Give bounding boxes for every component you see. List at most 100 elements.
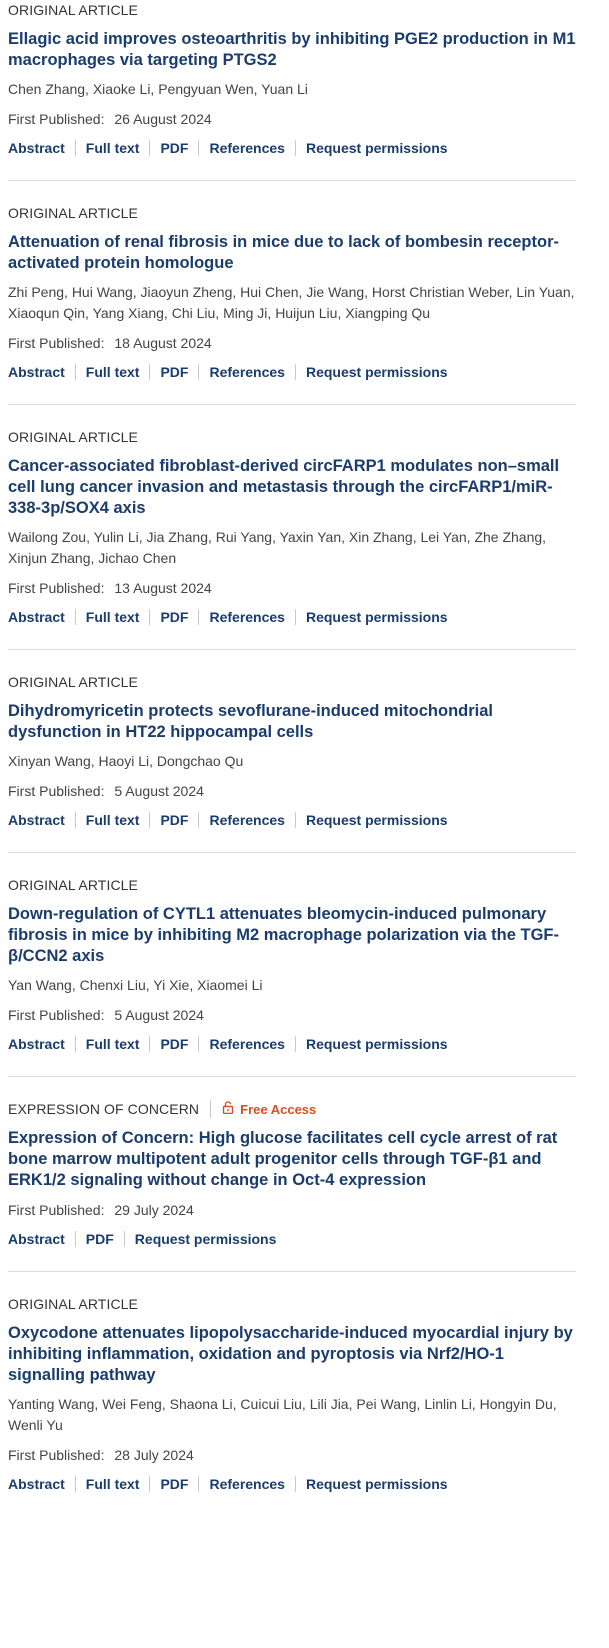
- published-label: First Published:: [8, 111, 105, 127]
- abstract-link[interactable]: Abstract: [8, 609, 65, 625]
- abstract-link[interactable]: Abstract: [8, 1476, 65, 1492]
- article-title-link[interactable]: Ellagic acid improves osteoarthritis by …: [8, 29, 576, 71]
- article-type: ORIGINAL ARTICLE: [8, 877, 138, 893]
- request-permissions-link[interactable]: Request permissions: [306, 812, 448, 828]
- article-published: First Published: 26 August 2024: [8, 109, 576, 129]
- link-divider: [149, 364, 151, 380]
- references-link[interactable]: References: [209, 812, 285, 828]
- full-text-link[interactable]: Full text: [86, 140, 140, 156]
- link-divider: [74, 812, 76, 828]
- link-divider: [198, 1036, 200, 1052]
- article-links: Abstract Full text PDF References Reques…: [8, 362, 576, 382]
- article-type: EXPRESSION OF CONCERN: [8, 1101, 200, 1117]
- request-permissions-link[interactable]: Request permissions: [306, 1036, 448, 1052]
- request-permissions-link[interactable]: Request permissions: [135, 1231, 277, 1247]
- link-divider: [198, 1476, 200, 1492]
- pdf-link[interactable]: PDF: [160, 609, 188, 625]
- article-links: Abstract Full text PDF References Reques…: [8, 138, 576, 158]
- link-divider: [294, 364, 296, 380]
- abstract-link[interactable]: Abstract: [8, 364, 65, 380]
- request-permissions-link[interactable]: Request permissions: [306, 140, 448, 156]
- abstract-link[interactable]: Abstract: [8, 140, 65, 156]
- free-access-label: Free Access: [240, 1101, 317, 1117]
- pdf-link[interactable]: PDF: [160, 140, 188, 156]
- article-title-link[interactable]: Cancer-associated fibroblast-derived cir…: [8, 456, 576, 519]
- article-meta: ORIGINAL ARTICLE: [8, 672, 576, 692]
- link-divider: [294, 1476, 296, 1492]
- article-title-link[interactable]: Oxycodone attenuates lipopolysaccharide-…: [8, 1323, 576, 1386]
- references-link[interactable]: References: [209, 140, 285, 156]
- full-text-link[interactable]: Full text: [86, 1036, 140, 1052]
- published-date: 28 July 2024: [114, 1447, 194, 1463]
- article-links: Abstract PDF Request permissions: [8, 1229, 576, 1249]
- article-authors[interactable]: Wailong Zou, Yulin Li, Jia Zhang, Rui Ya…: [8, 527, 576, 569]
- published-label: First Published:: [8, 1007, 105, 1023]
- article-item: ORIGINAL ARTICLE Attenuation of renal fi…: [8, 203, 576, 405]
- published-date: 5 August 2024: [114, 1007, 204, 1023]
- link-divider: [294, 140, 296, 156]
- references-link[interactable]: References: [209, 609, 285, 625]
- references-link[interactable]: References: [209, 1476, 285, 1492]
- link-divider: [74, 1476, 76, 1492]
- pdf-link[interactable]: PDF: [86, 1231, 114, 1247]
- link-divider: [74, 1036, 76, 1052]
- article-authors[interactable]: Yanting Wang, Wei Feng, Shaona Li, Cuicu…: [8, 1394, 576, 1436]
- article-title-link[interactable]: Down-regulation of CYTL1 attenuates bleo…: [8, 904, 576, 967]
- full-text-link[interactable]: Full text: [86, 1476, 140, 1492]
- article-title-link[interactable]: Attenuation of renal fibrosis in mice du…: [8, 232, 576, 274]
- link-divider: [198, 609, 200, 625]
- pdf-link[interactable]: PDF: [160, 812, 188, 828]
- request-permissions-link[interactable]: Request permissions: [306, 1476, 448, 1492]
- published-label: First Published:: [8, 1447, 105, 1463]
- pdf-link[interactable]: PDF: [160, 1476, 188, 1492]
- article-authors[interactable]: Xinyan Wang, Haoyi Li, Dongchao Qu: [8, 751, 576, 772]
- article-published: First Published: 5 August 2024: [8, 781, 576, 801]
- article-title-link[interactable]: Dihydromyricetin protects sevoflurane-in…: [8, 701, 576, 743]
- link-divider: [294, 609, 296, 625]
- pdf-link[interactable]: PDF: [160, 364, 188, 380]
- article-authors[interactable]: Yan Wang, Chenxi Liu, Yi Xie, Xiaomei Li: [8, 975, 576, 996]
- article-published: First Published: 28 July 2024: [8, 1445, 576, 1465]
- full-text-link[interactable]: Full text: [86, 364, 140, 380]
- article-authors[interactable]: Zhi Peng, Hui Wang, Jiaoyun Zheng, Hui C…: [8, 282, 576, 324]
- article-links: Abstract Full text PDF References Reques…: [8, 1034, 576, 1054]
- article-item: ORIGINAL ARTICLE Cancer-associated fibro…: [8, 427, 576, 650]
- abstract-link[interactable]: Abstract: [8, 1036, 65, 1052]
- request-permissions-link[interactable]: Request permissions: [306, 609, 448, 625]
- abstract-link[interactable]: Abstract: [8, 812, 65, 828]
- link-divider: [149, 812, 151, 828]
- published-date: 18 August 2024: [114, 335, 212, 351]
- request-permissions-link[interactable]: Request permissions: [306, 364, 448, 380]
- article-meta: ORIGINAL ARTICLE: [8, 203, 576, 223]
- link-divider: [198, 812, 200, 828]
- article-meta: ORIGINAL ARTICLE: [8, 1294, 576, 1314]
- article-authors[interactable]: Chen Zhang, Xiaoke Li, Pengyuan Wen, Yua…: [8, 79, 576, 100]
- references-link[interactable]: References: [209, 364, 285, 380]
- link-divider: [149, 609, 151, 625]
- pdf-link[interactable]: PDF: [160, 1036, 188, 1052]
- article-meta: EXPRESSION OF CONCERN Free Access: [8, 1099, 576, 1119]
- link-divider: [149, 140, 151, 156]
- full-text-link[interactable]: Full text: [86, 609, 140, 625]
- article-published: First Published: 18 August 2024: [8, 333, 576, 353]
- meta-divider: [210, 1100, 212, 1118]
- article-title-link[interactable]: Expression of Concern: High glucose faci…: [8, 1128, 576, 1191]
- references-link[interactable]: References: [209, 1036, 285, 1052]
- article-links: Abstract Full text PDF References Reques…: [8, 1474, 576, 1494]
- link-divider: [198, 364, 200, 380]
- link-divider: [74, 609, 76, 625]
- article-item: ORIGINAL ARTICLE Dihydromyricetin protec…: [8, 672, 576, 853]
- article-meta: ORIGINAL ARTICLE: [8, 875, 576, 895]
- article-item: ORIGINAL ARTICLE Down-regulation of CYTL…: [8, 875, 576, 1077]
- article-meta: ORIGINAL ARTICLE: [8, 0, 576, 20]
- article-links: Abstract Full text PDF References Reques…: [8, 607, 576, 627]
- link-divider: [294, 812, 296, 828]
- article-type: ORIGINAL ARTICLE: [8, 1296, 138, 1312]
- free-access-badge: Free Access: [222, 1101, 316, 1117]
- link-divider: [294, 1036, 296, 1052]
- full-text-link[interactable]: Full text: [86, 812, 140, 828]
- published-label: First Published:: [8, 783, 105, 799]
- article-type: ORIGINAL ARTICLE: [8, 429, 138, 445]
- abstract-link[interactable]: Abstract: [8, 1231, 65, 1247]
- link-divider: [74, 364, 76, 380]
